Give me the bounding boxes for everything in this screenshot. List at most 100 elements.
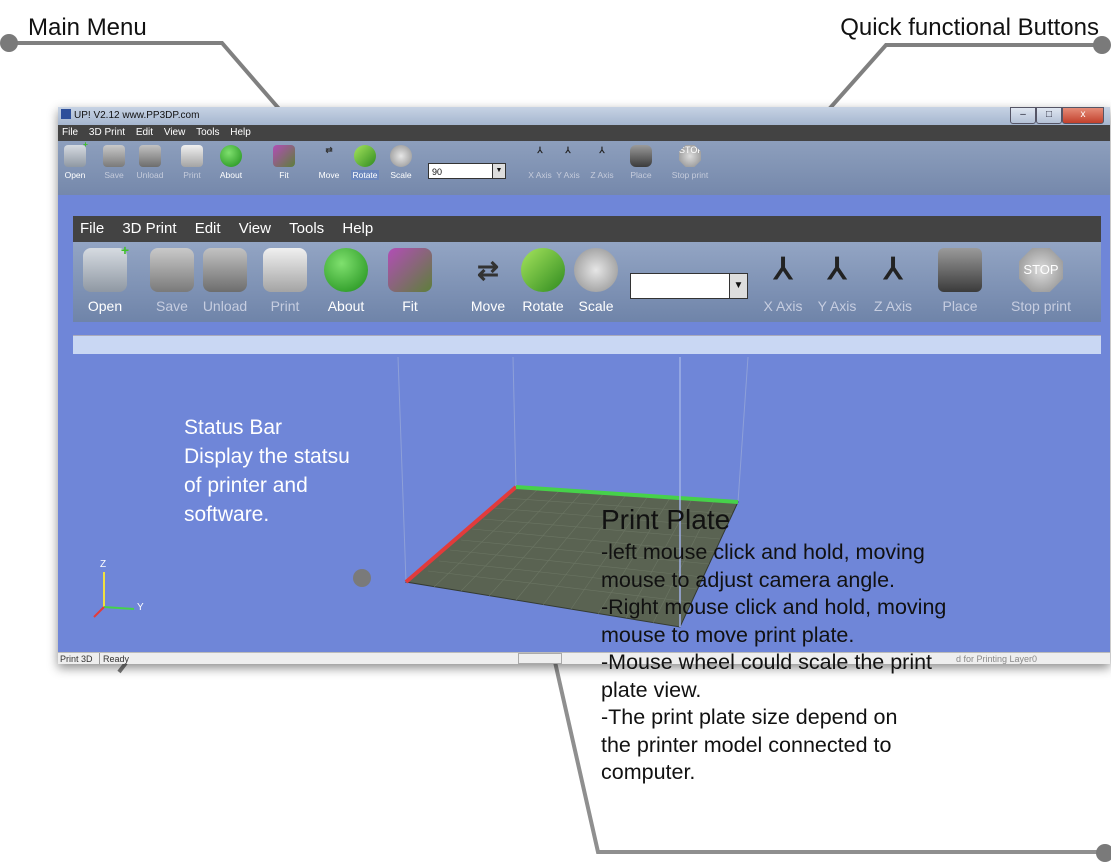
stop-print-button-enlarged[interactable]: STOP Stop print — [1003, 248, 1079, 314]
z-axis-label: Z Axis — [590, 170, 614, 180]
status-bar-annotation-line: of printer and — [184, 474, 308, 497]
z-axis-button-enlarged[interactable]: ⅄ Z Axis — [867, 248, 919, 314]
move-button[interactable]: ⇄ Move — [314, 145, 344, 180]
stop-print-button[interactable]: STOP Stop print — [666, 145, 714, 180]
x-axis-label: X Axis — [528, 170, 552, 180]
toolbar-enlarged: Open Save Unload Print About Fit ⇄ Move R… — [73, 242, 1101, 322]
about-label: About — [219, 170, 243, 180]
menu-view[interactable]: View — [164, 125, 186, 141]
menu-3d-print[interactable]: 3D Print — [89, 125, 125, 141]
fit-icon — [273, 145, 295, 167]
status-bar-annotation-title: Status Bar — [184, 416, 283, 439]
print-plate-annotation-line: -Right mouse click and hold, moving — [601, 595, 947, 619]
z-axis-button[interactable]: ⅄ Z Axis — [586, 145, 618, 180]
about-label: About — [327, 298, 365, 314]
zoom-select[interactable]: 90 ▼ — [428, 163, 506, 179]
move-icon: ⇄ — [325, 145, 333, 155]
chevron-down-icon: ▼ — [492, 164, 505, 178]
rotate-button[interactable]: Rotate — [348, 145, 382, 180]
open-button[interactable]: Open — [60, 139, 90, 180]
stop-print-label: Stop print — [671, 170, 709, 180]
place-button-enlarged[interactable]: Place — [935, 248, 985, 314]
y-axis-label: Y Axis — [556, 170, 580, 180]
open-icon — [64, 139, 88, 167]
place-button[interactable]: Place — [626, 145, 656, 180]
y-axis-label: Y Axis — [817, 298, 857, 314]
place-label: Place — [630, 170, 652, 180]
window-title: UP! V2.12 www.PP3DP.com — [74, 110, 200, 121]
open-label: Open — [87, 298, 123, 314]
menu-edit[interactable]: Edit — [136, 125, 153, 141]
stop-print-label: Stop print — [1011, 298, 1071, 314]
menu-tools-enlarged[interactable]: Tools — [289, 216, 324, 242]
print-icon — [181, 145, 203, 167]
move-icon: ⇄ — [477, 255, 499, 285]
menu-file[interactable]: File — [62, 125, 78, 141]
menu-view-enlarged[interactable]: View — [239, 216, 271, 242]
x-axis-icon: ⅄ — [537, 145, 543, 155]
fit-icon — [388, 248, 432, 292]
unload-label: Unload — [136, 170, 164, 180]
scale-label: Scale — [390, 170, 412, 180]
save-button[interactable]: Save — [100, 145, 128, 180]
about-button[interactable]: About — [216, 145, 246, 180]
print-button[interactable]: Print — [178, 145, 206, 180]
minimize-button[interactable]: – — [1010, 107, 1036, 124]
scale-icon — [390, 145, 412, 167]
help-icon — [324, 248, 368, 292]
callout-dot-main-menu — [0, 34, 18, 52]
menu-file-enlarged[interactable]: File — [80, 216, 104, 242]
z-axis-icon: ⅄ — [599, 145, 605, 155]
status-bar-annotation-line: Display the statsu — [184, 445, 350, 468]
callout-quick-buttons-label: Quick functional Buttons — [840, 14, 1099, 41]
print-plate-annotation-line: mouse to adjust camera angle. — [601, 567, 895, 592]
toolbar: Open Save Unload Print About Fit ⇄ Move R… — [58, 139, 1110, 195]
window-controls: – □ x — [1010, 107, 1104, 124]
fit-button-enlarged[interactable]: Fit — [387, 248, 433, 314]
print-plate-annotation-line: plate view. — [601, 677, 702, 702]
open-label: Open — [64, 170, 86, 180]
maximize-button[interactable]: □ — [1036, 107, 1062, 124]
status-bar-annotation-line: software. — [184, 503, 270, 526]
fit-label: Fit — [279, 170, 289, 180]
y-axis-button-enlarged[interactable]: ⅄ Y Axis — [811, 248, 863, 314]
unload-icon — [139, 145, 161, 167]
print-label: Print — [183, 170, 201, 180]
print-plate-annotation-line: -The print plate size depend on — [601, 705, 898, 729]
scale-button[interactable]: Scale — [386, 145, 416, 180]
fit-label: Fit — [402, 298, 418, 314]
menu-help-enlarged[interactable]: Help — [342, 216, 373, 242]
unload-button-enlarged[interactable]: Unload — [197, 248, 253, 314]
open-button-enlarged[interactable]: Open — [79, 242, 131, 314]
x-axis-button-enlarged[interactable]: ⅄ X Axis — [757, 248, 809, 314]
help-icon — [220, 145, 242, 167]
menu-help[interactable]: Help — [230, 125, 251, 141]
open-icon — [83, 242, 129, 292]
fit-button[interactable]: Fit — [270, 145, 298, 180]
callout-dot-print-plate — [1096, 844, 1111, 862]
print-label: Print — [270, 298, 300, 314]
y-axis-button[interactable]: ⅄ Y Axis — [552, 145, 584, 180]
move-button-enlarged[interactable]: ⇄ Move — [463, 248, 513, 314]
rotate-label: Rotate — [351, 170, 379, 180]
save-label: Save — [104, 170, 124, 180]
print-button-enlarged[interactable]: Print — [263, 248, 307, 314]
callout-main-menu-label: Main Menu — [28, 14, 147, 41]
rotate-label: Rotate — [522, 298, 564, 314]
scale-button-enlarged[interactable]: Scale — [571, 248, 621, 314]
about-button-enlarged[interactable]: About — [321, 248, 371, 314]
menu-edit-enlarged[interactable]: Edit — [195, 216, 221, 242]
status-progress — [518, 653, 562, 664]
axis-gizmo — [93, 572, 135, 618]
unload-button[interactable]: Unload — [134, 145, 166, 180]
zoom-select-enlarged[interactable]: ▼ — [630, 273, 748, 299]
menu-tools[interactable]: Tools — [196, 125, 219, 141]
app-logo-icon — [61, 109, 71, 119]
rotate-button-enlarged[interactable]: Rotate — [515, 248, 571, 314]
close-button[interactable]: x — [1062, 107, 1104, 124]
print-plate-annotation-line: the printer model connected to — [601, 732, 892, 757]
save-label: Save — [156, 298, 188, 314]
menu-3d-print-enlarged[interactable]: 3D Print — [122, 216, 176, 242]
save-button-enlarged[interactable]: Save — [149, 248, 195, 314]
print-plate-annotation-line: -Mouse wheel could scale the print — [601, 650, 933, 674]
